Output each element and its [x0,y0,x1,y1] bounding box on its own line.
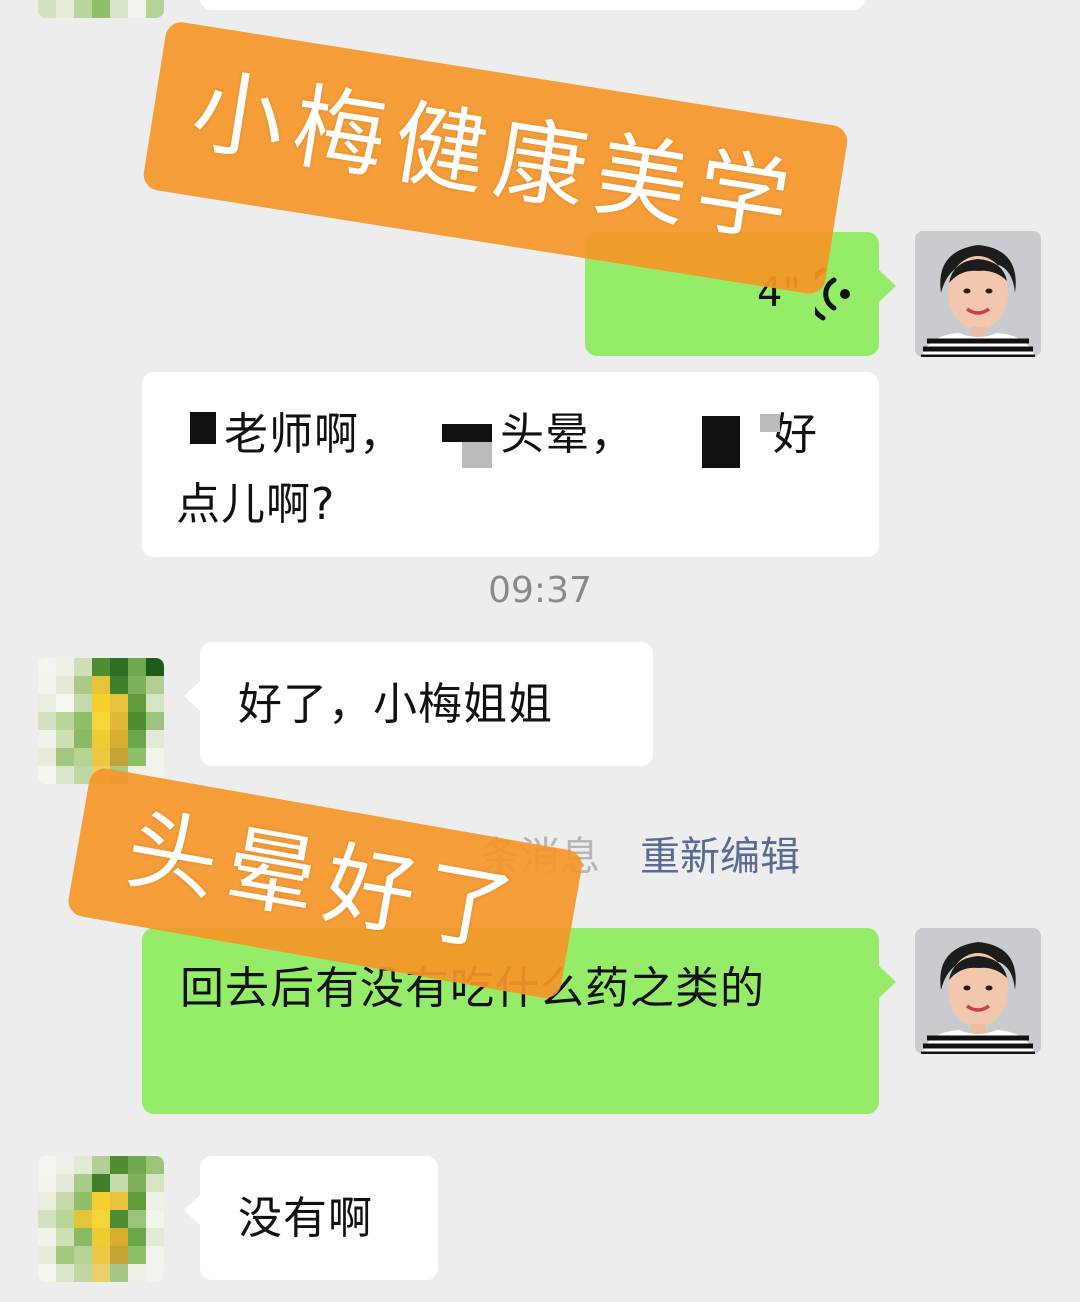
watermark-sticker-top: 小梅健康美学 [141,20,850,296]
redacted-block [442,424,492,442]
contact-avatar[interactable] [38,1156,164,1282]
redacted-block [190,412,216,444]
message-bubble-top-partial[interactable] [200,0,865,10]
user-avatar[interactable] [915,928,1041,1054]
contact-avatar-top[interactable] [38,0,164,18]
redacted-block [702,416,740,468]
message-timestamp: 09:37 [488,570,592,611]
message-bubble-received[interactable]: 老师啊， 头晕，好 点儿啊? [142,372,879,557]
message-text: 没有啊 [238,1193,373,1244]
contact-avatar[interactable] [38,658,164,784]
user-avatar[interactable] [915,231,1041,357]
message-text: 好了，小梅姐姐 [238,679,553,730]
redacted-block [760,414,780,432]
re-edit-link[interactable]: 重新编辑 [640,824,800,882]
message-bubble-received[interactable]: 好了，小梅姐姐 [184,642,653,766]
redacted-block [462,442,492,468]
message-bubble-received[interactable]: 没有啊 [184,1156,438,1280]
message-text-line: 点儿啊? [176,479,336,530]
